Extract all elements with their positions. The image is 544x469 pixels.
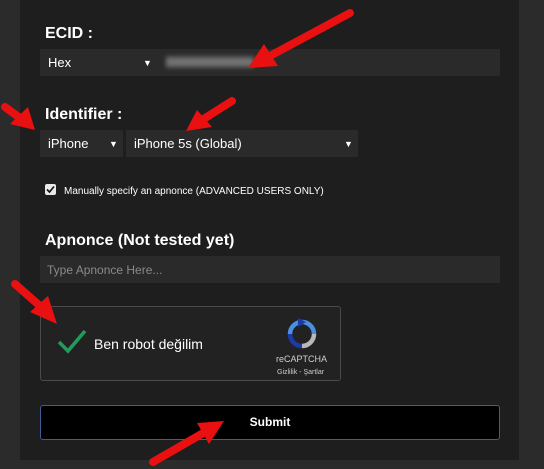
- annotation-arrows: [1, 9, 354, 466]
- red-arrow-icon: [149, 421, 224, 466]
- red-arrow-icon: [248, 9, 354, 68]
- red-arrow-icon: [11, 280, 57, 324]
- red-arrow-icon: [186, 97, 236, 131]
- red-arrow-icon: [1, 103, 35, 130]
